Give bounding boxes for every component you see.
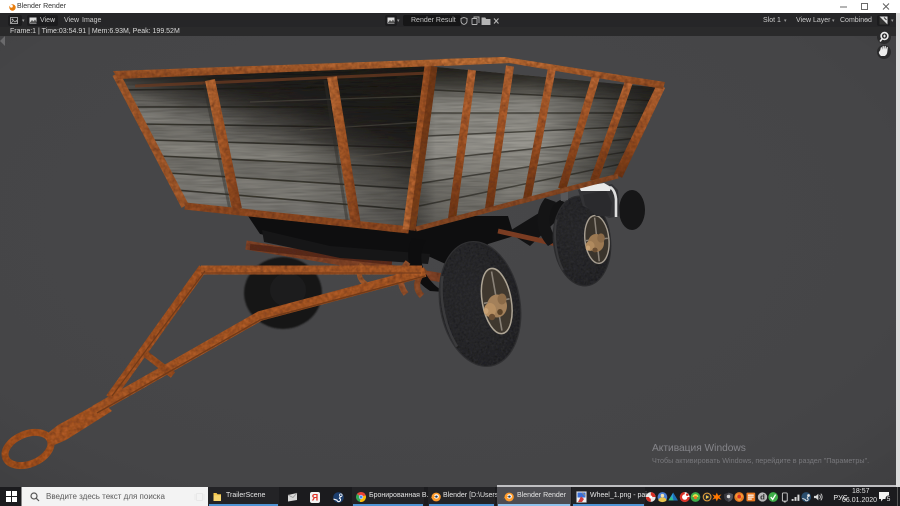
svg-text:5: 5 [887,496,891,503]
svg-text:Я: Я [312,493,318,503]
svg-text:d: d [760,493,765,502]
